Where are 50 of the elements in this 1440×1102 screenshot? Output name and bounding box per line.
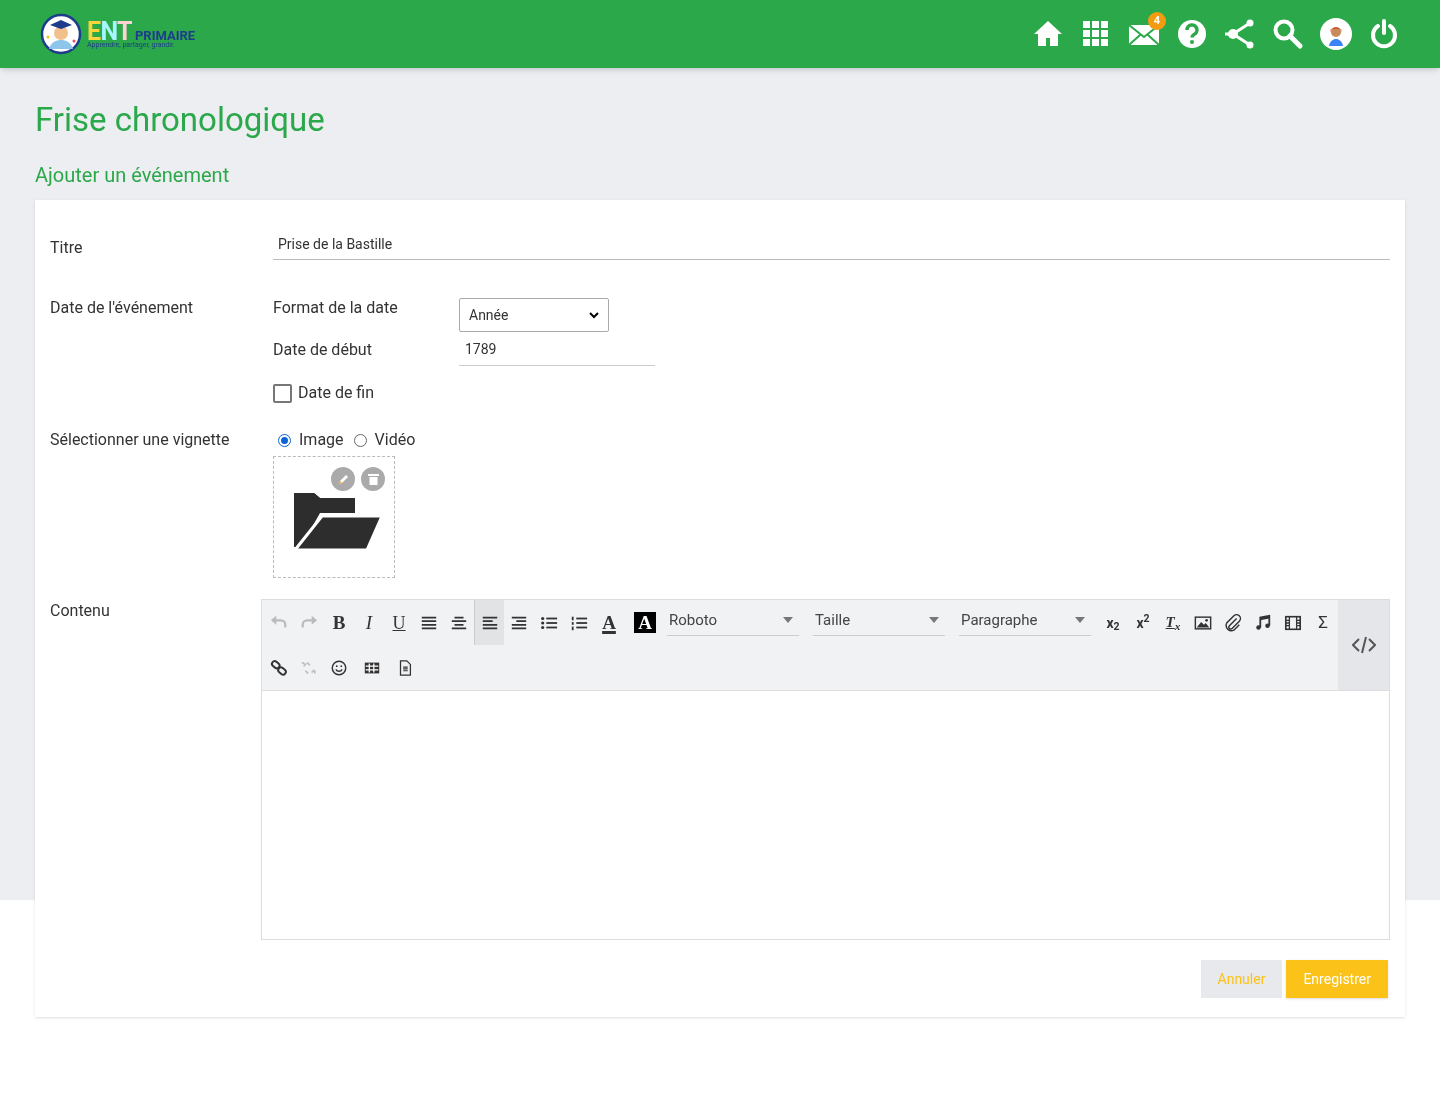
clear-format-button[interactable]: T$_{x}$ [1158,600,1188,645]
paperclip-icon [1224,613,1242,632]
notification-badge: 4 [1148,12,1166,30]
user-avatar[interactable] [1320,18,1352,50]
background-color-button[interactable]: A [630,600,660,645]
start-date-input[interactable]: 1789 [459,338,655,366]
field-label: Date de l'événement [50,297,194,319]
music-note-icon [1254,613,1272,632]
help-icon[interactable] [1176,18,1208,50]
film-icon [1284,613,1302,632]
field-label: Date de début [273,339,373,361]
page-title: Frise chronologique [35,100,326,140]
radio-label: Vidéo [374,429,416,451]
italic-button[interactable]: I [354,600,384,645]
caret-icon [929,617,939,623]
sigma-button[interactable]: Σ [1308,600,1338,645]
image-icon [1194,613,1212,632]
underline-button[interactable]: U [384,600,414,645]
code-icon [1351,635,1376,655]
script-button[interactable]: x$^{2}$ [1128,600,1158,645]
caret-icon [1075,617,1085,623]
share-icon[interactable] [1224,18,1256,50]
text-color-button[interactable]: A [594,600,624,645]
left-align-button[interactable] [474,600,504,645]
dropdown[interactable]: Taille [813,605,945,636]
logo-product: PRIMAIRE [135,29,196,42]
dropdown[interactable]: Roboto [667,605,799,636]
bold-button[interactable]: B [324,600,354,645]
chevron-icon [589,311,599,319]
script-button[interactable]: x$_{2}$ [1098,600,1128,645]
date-format-select[interactable]: Année [459,298,609,332]
title-input[interactable]: Prise de la Bastille [273,234,1390,260]
dropdown[interactable]: Paragraphe [959,605,1091,636]
caret-icon [783,617,793,623]
power-icon[interactable] [1368,18,1400,50]
code-view-button[interactable] [1338,600,1389,690]
field-label: Contenu [50,600,111,622]
search-icon[interactable] [1272,18,1304,50]
checkbox-label: Date de fin [298,382,375,404]
pencil-icon [336,472,350,486]
section-title: Ajouter un événement [35,162,231,188]
logo-emblem [40,13,82,55]
end-date-checkbox[interactable] [273,383,292,403]
link-icon [270,658,288,677]
radio-label: Image [299,429,344,451]
field-label: Sélectionner une vignette [50,429,231,451]
smiley-icon [330,658,348,677]
trash-icon [367,473,379,485]
field-label: Format de la date [273,297,399,319]
field-label: Titre [50,237,84,259]
